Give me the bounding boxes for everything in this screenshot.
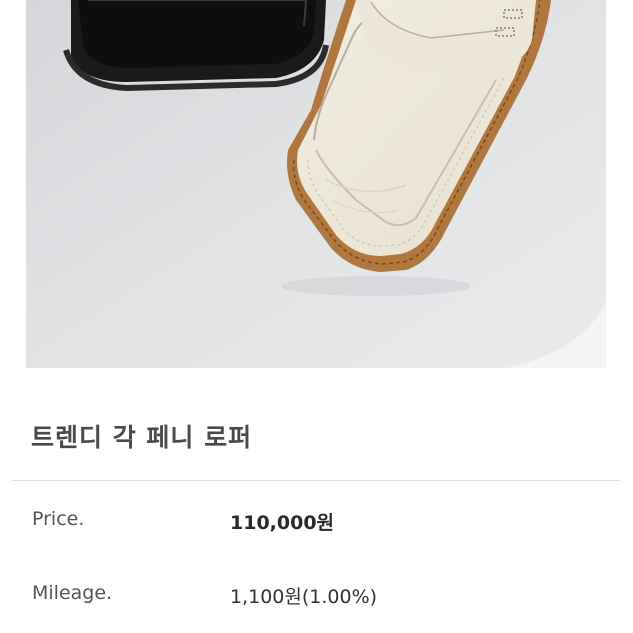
black-loafer — [63, 0, 329, 92]
price-value: 110,000원 — [230, 512, 335, 534]
product-title: 트렌디 각 페니 로퍼 — [31, 423, 253, 452]
divider — [12, 480, 620, 481]
price-label: Price. — [32, 508, 85, 530]
product-photo — [26, 0, 606, 368]
price-row: Price. 110,000원 — [0, 508, 633, 538]
mileage-value: 1,100원(1.00%) — [230, 586, 378, 608]
mileage-label: Mileage. — [32, 582, 113, 604]
mileage-row: Mileage. 1,100원(1.00%) — [0, 582, 633, 612]
